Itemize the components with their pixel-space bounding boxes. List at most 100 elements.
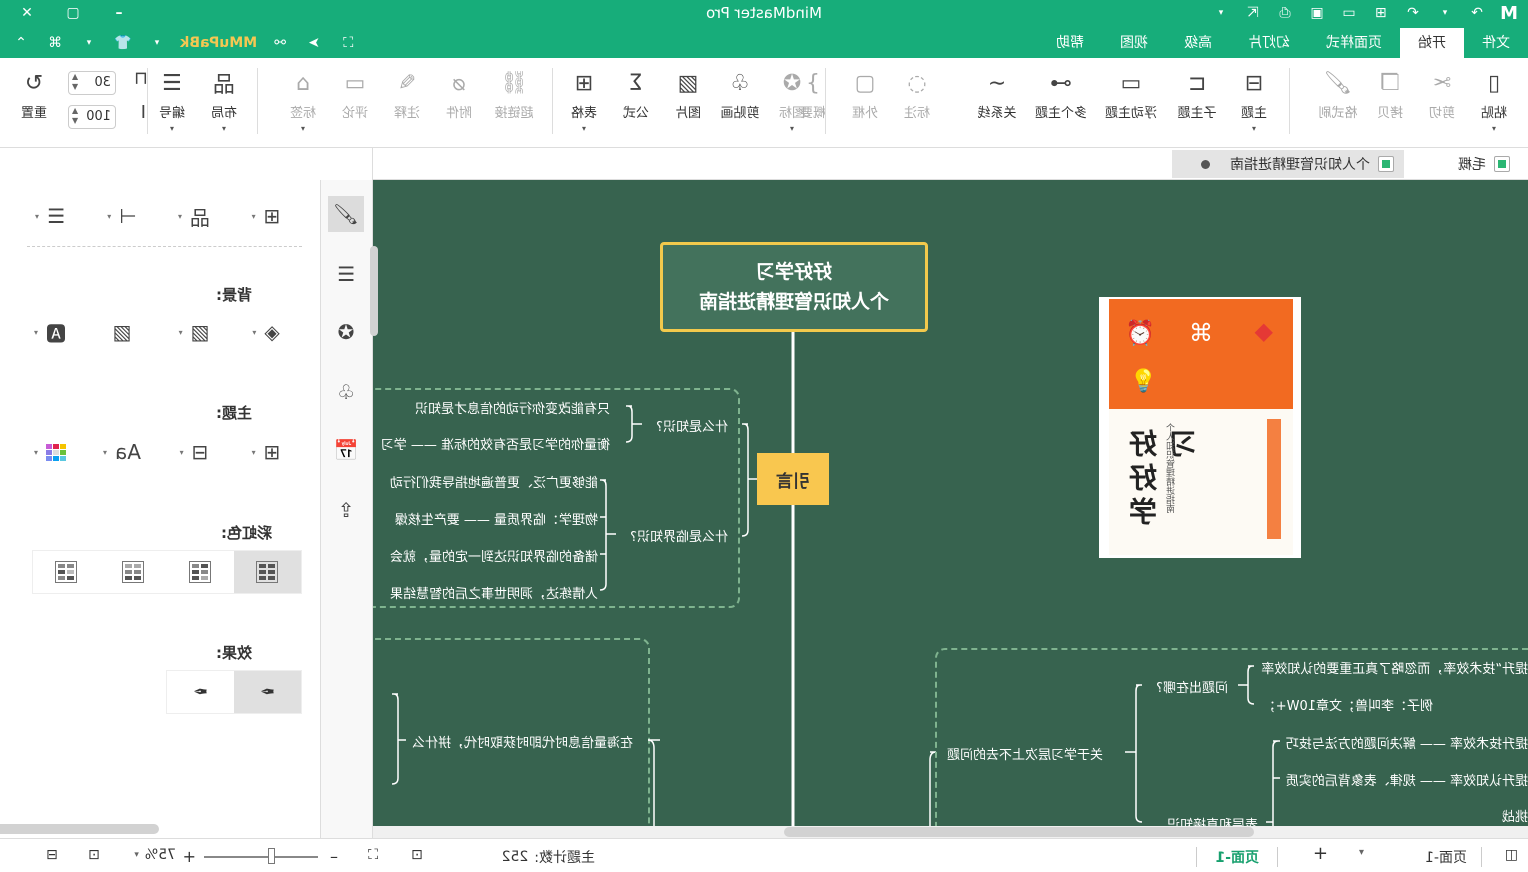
panel-scrollbar[interactable]: [370, 246, 378, 336]
reset-button[interactable]: ↻ 重置: [8, 68, 60, 122]
dropdown-icon[interactable]: ▾: [78, 32, 100, 54]
format-painter-icon[interactable]: 🖌: [328, 196, 364, 232]
hyperlink-button[interactable]: ⛓ 超链接: [485, 68, 543, 138]
attachment-button[interactable]: ⌀ 附件: [433, 68, 485, 138]
multiple-topics-button[interactable]: ⊶ 多个主题: [1026, 68, 1096, 138]
layout-button[interactable]: 品 ▾: [158, 198, 230, 234]
image-button[interactable]: ▨ 图片: [662, 68, 714, 138]
fullscreen-icon[interactable]: ⛶: [368, 847, 378, 863]
layout-button[interactable]: 品 布局 ▾: [198, 68, 250, 138]
tab-home[interactable]: 开始: [1400, 28, 1464, 58]
zoom-slider[interactable]: [204, 856, 318, 858]
zoom-slider-handle[interactable]: [268, 848, 276, 864]
font-button[interactable]: Aa ▾: [86, 434, 158, 470]
fullscreen-icon[interactable]: ⛶: [337, 32, 359, 54]
zoom-in-button[interactable]: +: [183, 847, 196, 866]
page-list-dropdown[interactable]: ▾: [1359, 847, 1364, 858]
theme-grid-icon: ⊞: [263, 440, 281, 464]
theme-icon[interactable]: 👕: [112, 32, 134, 54]
vertical-spacing-input[interactable]: 100 ▲ ▼: [68, 105, 116, 129]
rainbow-option-4[interactable]: [33, 551, 100, 593]
structure-button[interactable]: ⊞ ▾: [230, 198, 302, 234]
fit-to-screen-icon[interactable]: ⊡: [88, 847, 100, 863]
icon-button[interactable]: ✪ 图标 ▾: [766, 68, 818, 138]
doc-tab-active[interactable]: 个人知识管理精进指南: [1172, 150, 1404, 178]
icon-library-icon[interactable]: ✪: [328, 314, 364, 350]
page-view-icon[interactable]: ◫: [1505, 847, 1518, 863]
fill-color-button[interactable]: ◈ ▾: [230, 314, 302, 350]
effect-option-plain[interactable]: ✒: [234, 671, 301, 713]
page-tab-1[interactable]: 页面-1: [1425, 847, 1482, 867]
dropdown-icon[interactable]: ▾: [146, 32, 168, 54]
numbering-button[interactable]: ☰ 编号 ▾: [146, 68, 198, 138]
color-scheme-button[interactable]: ▾: [14, 434, 86, 470]
maximize-button[interactable]: ▢: [60, 2, 86, 24]
clipart-button[interactable]: ♧ 剪贴画: [714, 68, 766, 138]
panel-hscroll-thumb[interactable]: [0, 824, 159, 834]
tab-view[interactable]: 视图: [1102, 28, 1166, 58]
paste-button[interactable]: ▯ 粘贴 ▾: [1468, 68, 1520, 138]
connector-button[interactable]: ⊣ ▾: [86, 198, 158, 234]
effect-label: 效果:: [216, 644, 252, 662]
cut-button[interactable]: ✂ 剪切: [1416, 68, 1468, 138]
stepper-arrows-icon[interactable]: ▲ ▼: [72, 106, 78, 126]
minimize-button[interactable]: –: [106, 2, 132, 24]
comment-button[interactable]: ▭ 评论: [329, 68, 381, 138]
share-icon[interactable]: ⚯: [269, 32, 291, 54]
mindmap-canvas[interactable]: 好好学习 个人知识管理精进指南 引言 ⏰ ⌘ ◆ 💡 好好学习 个人知识管理精进…: [373, 180, 1528, 826]
tab-page-style[interactable]: 页面样式: [1308, 28, 1400, 58]
zoom-out-button[interactable]: –: [330, 847, 338, 866]
doc-tab-maogai[interactable]: 毛概: [1448, 150, 1520, 178]
subtopic-button[interactable]: ⊏ 子主题: [1166, 68, 1228, 138]
formula-button[interactable]: Σ 公式: [610, 68, 662, 138]
close-button[interactable]: ✕: [14, 2, 40, 24]
copy-button[interactable]: ❐ 拷贝: [1364, 68, 1416, 138]
stepper-arrows-icon[interactable]: ▲ ▼: [72, 72, 78, 92]
vertical-spacing-icon: I: [140, 102, 146, 123]
outline-icon[interactable]: ☰: [328, 256, 364, 292]
rainbow-option-2[interactable]: [167, 551, 234, 593]
numbering-icon: ☰: [47, 204, 65, 228]
boundary-button[interactable]: ▢ 外框: [839, 68, 891, 138]
effect-option-handdrawn[interactable]: ✒: [167, 671, 234, 713]
collapse-ribbon-icon[interactable]: ⌃: [10, 32, 32, 54]
callout-button[interactable]: ◌ 标注: [891, 68, 943, 138]
tag-button[interactable]: ⌂ 标签 ▾: [277, 68, 329, 138]
tab-help[interactable]: 帮助: [1038, 28, 1102, 58]
tab-advanced[interactable]: 高级: [1166, 28, 1230, 58]
pointer-icon[interactable]: ➤: [303, 32, 325, 54]
topic-button[interactable]: ⊟ 主题 ▾: [1228, 68, 1280, 138]
clipart-icon[interactable]: ♧: [328, 374, 364, 410]
numbering-button[interactable]: ☰ ▾: [14, 198, 86, 234]
layout-group: 品 布局 ▾ ☰ 编号 ▾: [146, 68, 250, 138]
tab-file[interactable]: 文件: [1464, 28, 1528, 58]
note-button[interactable]: ✎ 注释: [381, 68, 433, 138]
tab-slides[interactable]: 幻灯片: [1230, 28, 1308, 58]
add-page-button[interactable]: +: [1313, 843, 1328, 864]
remove-background-image-button[interactable]: ▨: [86, 314, 158, 350]
clipboard-icon: ▯: [1487, 70, 1501, 96]
floating-topic-button[interactable]: ▭ 浮动主题: [1096, 68, 1166, 138]
topic-group: ⊟ 主题 ▾ ⊏ 子主题 ▭ 浮动主题 ⊶ 多个主题 ∽ 关系线: [968, 68, 1280, 138]
table-button[interactable]: ⊞ 表格 ▾: [558, 68, 610, 138]
upload-icon[interactable]: ⇪: [328, 492, 364, 528]
fit-page-icon[interactable]: ⊡: [411, 847, 423, 863]
format-painter-button[interactable]: 🖌 格式刷: [1312, 68, 1364, 138]
page-tab-active[interactable]: 页面-1: [1196, 847, 1278, 867]
unsaved-indicator-icon[interactable]: [1201, 159, 1210, 169]
relationship-button[interactable]: ∽ 关系线: [968, 68, 1026, 138]
horizontal-spacing-input[interactable]: 30 ▲ ▼: [68, 71, 116, 95]
theme-style-button[interactable]: ⊟ ▾: [158, 434, 230, 470]
canvas-hscroll-thumb[interactable]: [784, 827, 1254, 837]
fit-width-icon[interactable]: ⊟: [46, 847, 58, 863]
zoom-level[interactable]: 75% ▾: [134, 847, 176, 863]
watermark-button[interactable]: 🅰 ▾: [14, 314, 86, 350]
calendar-icon[interactable]: 📅: [328, 432, 364, 468]
rainbow-option-3[interactable]: [100, 551, 167, 593]
theme-button[interactable]: ⊞ ▾: [230, 434, 302, 470]
theme-row: ⊞ ▾ ⊟ ▾ Aa ▾ ▾: [14, 434, 302, 470]
apps-icon[interactable]: ⌘: [44, 32, 66, 54]
user-account[interactable]: MMuPaBk: [180, 35, 257, 51]
insert-background-image-button[interactable]: ▨ ▾: [158, 314, 230, 350]
rainbow-option-1[interactable]: [234, 551, 301, 593]
